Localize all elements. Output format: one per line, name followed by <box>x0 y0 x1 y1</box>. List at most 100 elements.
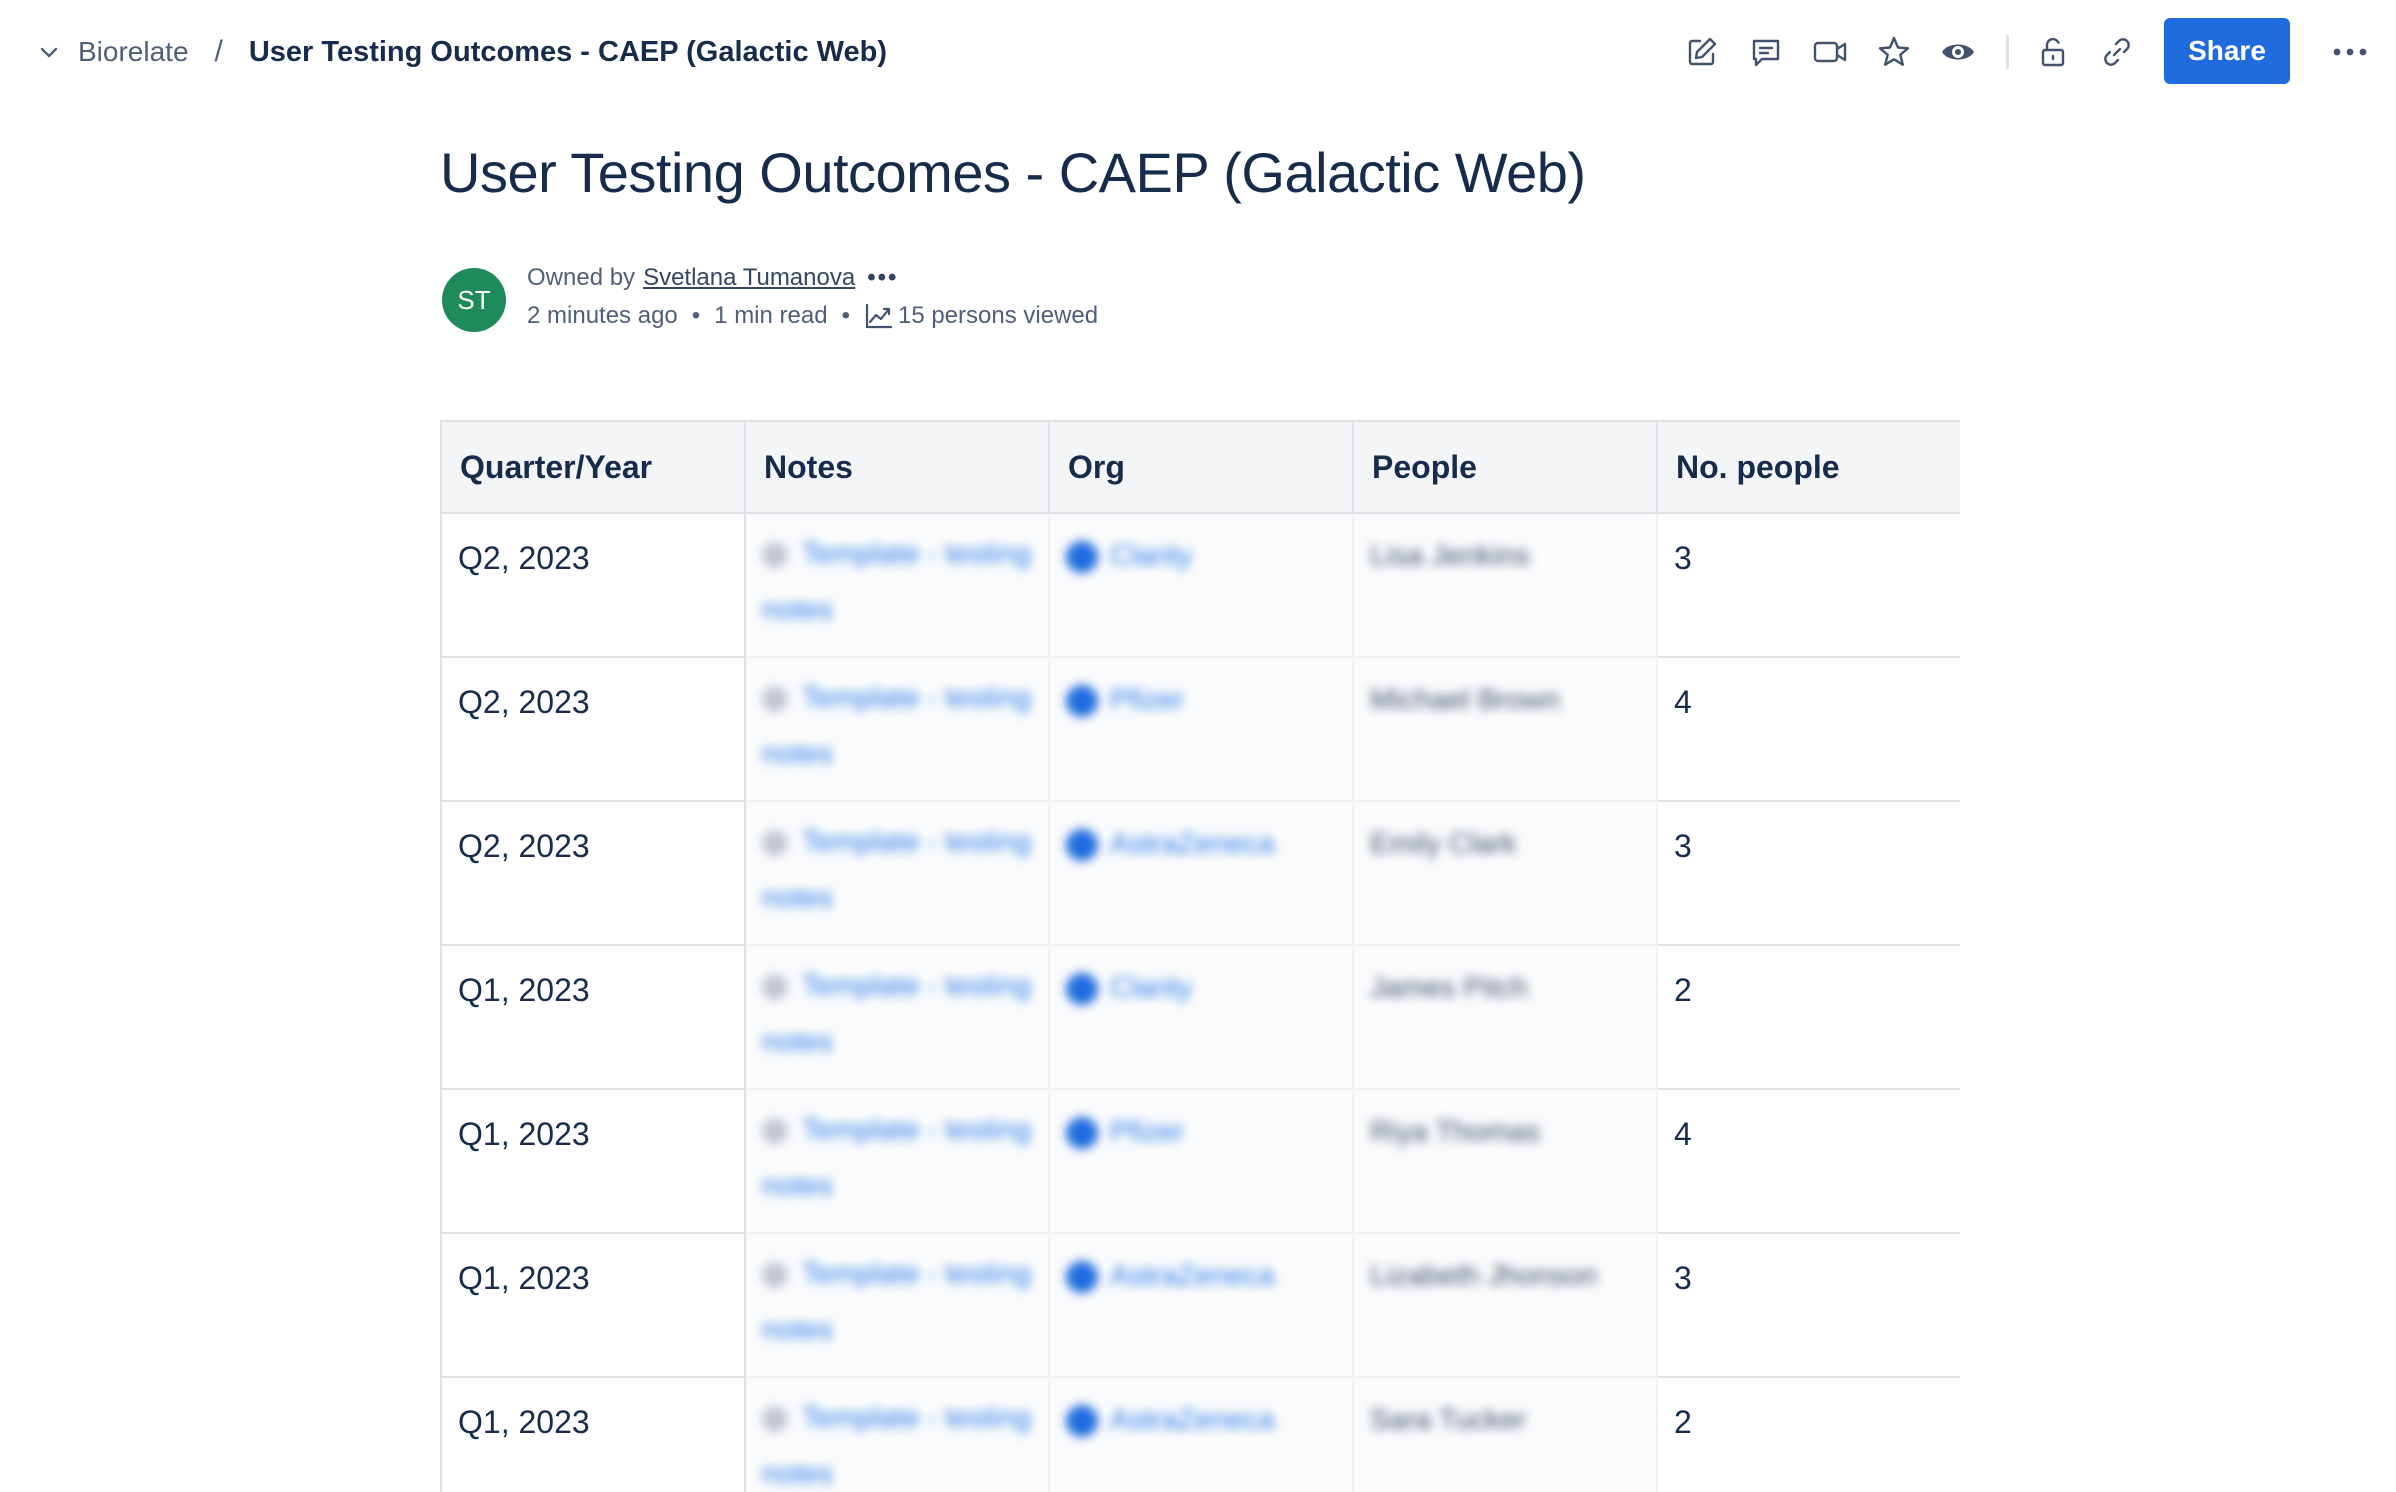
notes-link-text: Template - testing notes <box>762 826 1031 914</box>
read-time: 1 min read <box>714 302 828 329</box>
org-link[interactable]: Pfizer <box>1066 1116 1336 1149</box>
table-row: Q2, 2023 Template - testing notes Pfizer Mi… <box>440 656 1960 802</box>
table-row: Q1, 2023 Template - testing notes Pfizer Ri… <box>440 1088 1960 1234</box>
column-header-org[interactable]: Org <box>1048 420 1354 514</box>
count-text: 3 <box>1674 540 1692 576</box>
notes-link[interactable]: Template - testing notes <box>762 958 1032 1070</box>
column-header-people[interactable]: People <box>1352 420 1658 514</box>
cell-count: 3 <box>1656 512 1960 658</box>
notes-link-text: Template - testing notes <box>762 1114 1031 1202</box>
person-mention[interactable]: James Pitch <box>1370 972 1640 1005</box>
cell-quarter: Q1, 2023 <box>440 944 746 1090</box>
star-icon[interactable] <box>1864 22 1924 82</box>
page-icon <box>762 974 788 1001</box>
notes-link-text: Template - testing notes <box>762 1258 1031 1346</box>
notes-link[interactable]: Template - testing notes <box>762 670 1032 782</box>
notes-link[interactable]: Template - testing notes <box>762 1102 1032 1214</box>
cell-count: 4 <box>1656 656 1960 802</box>
quarter-text: Q2, 2023 <box>458 828 590 864</box>
cell-count: 3 <box>1656 800 1960 946</box>
org-link[interactable]: AstraZeneca <box>1066 1404 1336 1437</box>
breadcrumb-current-page[interactable]: User Testing Outcomes - CAEP (Galactic W… <box>249 36 887 69</box>
org-link[interactable]: Clarity <box>1066 972 1336 1005</box>
org-link-text: AstraZeneca <box>1110 1260 1275 1292</box>
avatar[interactable]: ST <box>442 268 506 332</box>
byline-meta: 2 minutes ago • 1 min read • 15 persons … <box>527 302 1098 330</box>
column-header-notes[interactable]: Notes <box>744 420 1050 514</box>
notes-link[interactable]: Template - testing notes <box>762 1246 1032 1358</box>
breadcrumb: Biorelate / User Testing Outcomes - CAEP… <box>34 28 887 76</box>
cell-org: Clarity <box>1048 512 1354 658</box>
org-link[interactable]: Clarity <box>1066 540 1336 573</box>
org-link-text: Clarity <box>1110 540 1193 572</box>
watch-icon[interactable] <box>1928 22 1988 82</box>
more-horizontal-icon[interactable] <box>2320 22 2380 82</box>
cell-quarter: Q2, 2023 <box>440 800 746 946</box>
quarter-text: Q2, 2023 <box>458 540 590 576</box>
cell-quarter: Q1, 2023 <box>440 1088 746 1234</box>
edit-icon[interactable] <box>1672 22 1732 82</box>
breadcrumb-space-link[interactable]: Biorelate <box>78 36 189 68</box>
table-row: Q1, 2023 Template - testing notes AstraZen… <box>440 1376 1960 1492</box>
views-count[interactable]: 15 persons viewed <box>898 302 1098 330</box>
cell-notes: Template - testing notes <box>744 512 1050 658</box>
org-link[interactable]: AstraZeneca <box>1066 828 1336 861</box>
notes-link[interactable]: Template - testing notes <box>762 814 1032 926</box>
video-icon[interactable] <box>1800 22 1860 82</box>
cell-people: Michael Brown <box>1352 656 1658 802</box>
page-icon <box>762 830 788 857</box>
cell-org: Pfizer <box>1048 656 1354 802</box>
person-mention[interactable]: Michael Brown <box>1370 684 1640 717</box>
column-header-quarter[interactable]: Quarter/Year <box>440 420 746 514</box>
person-mention[interactable]: Lizabeth Jhonson <box>1370 1260 1640 1293</box>
outcomes-table-container: Quarter/Year Notes Org People No. people… <box>440 420 1960 1492</box>
count-text: 2 <box>1674 972 1692 1008</box>
cell-notes: Template - testing notes <box>744 656 1050 802</box>
chevron-down-icon[interactable] <box>34 37 64 67</box>
cell-count: 2 <box>1656 1376 1960 1492</box>
org-link[interactable]: AstraZeneca <box>1066 1260 1336 1293</box>
updated-time: 2 minutes ago <box>527 302 678 329</box>
owner-link[interactable]: Svetlana Tumanova <box>643 264 855 292</box>
cell-people: Lizabeth Jhonson <box>1352 1232 1658 1378</box>
table-row: Q1, 2023 Template - testing notes AstraZen… <box>440 1232 1960 1378</box>
org-icon <box>1066 540 1098 573</box>
org-icon <box>1066 1404 1098 1437</box>
cell-notes: Template - testing notes <box>744 1232 1050 1378</box>
notes-link-text: Template - testing notes <box>762 1402 1031 1490</box>
cell-people: Sara Tucker <box>1352 1376 1658 1492</box>
org-link-text: Pfizer <box>1110 1116 1185 1148</box>
page-icon <box>762 1118 788 1145</box>
top-bar: Biorelate / User Testing Outcomes - CAEP… <box>0 0 2396 104</box>
table-body: Q2, 2023 Template - testing notes Clarity L… <box>440 512 1960 1492</box>
cell-org: AstraZeneca <box>1048 800 1354 946</box>
cell-org: AstraZeneca <box>1048 1232 1354 1378</box>
analytics-trend-icon[interactable] <box>864 302 894 330</box>
notes-link[interactable]: Template - testing notes <box>762 1390 1032 1492</box>
person-mention[interactable]: Emily Clark <box>1370 828 1640 861</box>
count-text: 3 <box>1674 1260 1692 1296</box>
quarter-text: Q1, 2023 <box>458 1260 590 1296</box>
cell-count: 3 <box>1656 1232 1960 1378</box>
quarter-text: Q1, 2023 <box>458 1404 590 1440</box>
person-mention[interactable]: Lisa Jenkins <box>1370 540 1640 573</box>
table-row: Q2, 2023 Template - testing notes AstraZen… <box>440 800 1960 946</box>
notes-link[interactable]: Template - testing notes <box>762 526 1032 638</box>
byline-more-button[interactable]: ••• <box>867 264 898 292</box>
unlock-icon[interactable] <box>2023 22 2083 82</box>
link-icon[interactable] <box>2087 22 2147 82</box>
page-icon <box>762 1406 788 1433</box>
outcomes-table: Quarter/Year Notes Org People No. people… <box>440 420 1960 1492</box>
cell-people: James Pitch <box>1352 944 1658 1090</box>
person-mention[interactable]: Riya Thomas <box>1370 1116 1640 1149</box>
org-link[interactable]: Pfizer <box>1066 684 1336 717</box>
comment-icon[interactable] <box>1736 22 1796 82</box>
person-mention[interactable]: Sara Tucker <box>1370 1404 1640 1437</box>
cell-notes: Template - testing notes <box>744 944 1050 1090</box>
quarter-text: Q1, 2023 <box>458 972 590 1008</box>
cell-notes: Template - testing notes <box>744 1376 1050 1492</box>
org-icon <box>1066 828 1098 861</box>
column-header-count[interactable]: No. people <box>1656 420 1960 514</box>
meta-dot: • <box>691 302 701 329</box>
share-button[interactable]: Share <box>2164 18 2290 84</box>
